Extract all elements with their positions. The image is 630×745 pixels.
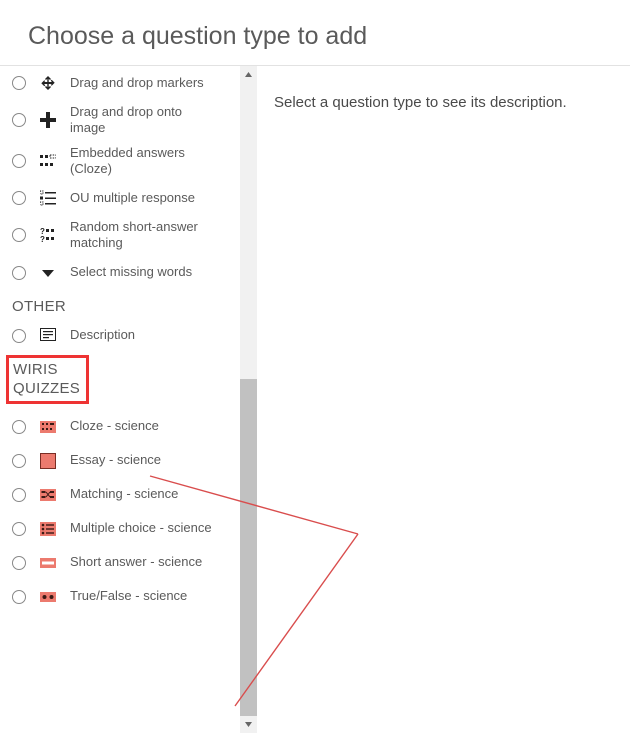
qtype-label: Drag and drop markers (70, 75, 204, 91)
qtype-w-essay[interactable]: Essay - science (0, 444, 240, 478)
qtype-dd-image[interactable]: Drag and drop onto image (0, 100, 240, 141)
cloze-icon (40, 153, 56, 169)
svg-text:?: ? (40, 235, 45, 243)
wiris-line1: WIRIS (13, 360, 80, 380)
qtype-label: Multiple choice - science (70, 520, 212, 536)
dialog-title: Choose a question type to add (0, 0, 630, 65)
qtype-w-mc[interactable]: Multiple choice - science (0, 512, 240, 546)
scroll-track[interactable] (240, 83, 257, 716)
qtype-cloze[interactable]: Embedded answers (Cloze) (0, 141, 240, 182)
qtype-w-tf[interactable]: True/False - science (0, 580, 240, 614)
dd-markers-icon (40, 75, 56, 91)
qtype-random-sa[interactable]: ?? Random short-answer matching (0, 215, 240, 256)
scroll-thumb[interactable] (240, 379, 257, 719)
radio-icon[interactable] (12, 454, 26, 468)
qtype-label: True/False - science (70, 588, 187, 604)
qtype-label: OU multiple response (70, 190, 195, 206)
radio-icon[interactable] (12, 266, 26, 280)
wiris-line2: QUIZZES (13, 379, 80, 399)
qtype-w-matching[interactable]: Matching - science (0, 478, 240, 512)
radio-icon[interactable] (12, 76, 26, 90)
qtype-w-sa[interactable]: Short answer - science (0, 546, 240, 580)
radio-icon[interactable] (12, 420, 26, 434)
scroll-up-button[interactable] (240, 66, 257, 83)
w-tf-icon (40, 589, 56, 605)
missing-words-icon (40, 265, 56, 281)
question-type-list: Drag and drop markers Drag and drop onto… (0, 66, 240, 733)
radio-icon[interactable] (12, 590, 26, 604)
qtype-label: Random short-answer matching (70, 219, 220, 252)
qtype-missing-words[interactable]: Select missing words (0, 256, 240, 290)
qtype-label: Embedded answers (Cloze) (70, 145, 220, 178)
qtype-description[interactable]: Description (0, 319, 240, 353)
description-panel: Select a question type to see its descri… (240, 66, 630, 733)
scroll-down-button[interactable] (240, 716, 257, 733)
section-wiris-heading: WIRIS QUIZZES (0, 353, 240, 410)
radio-icon[interactable] (12, 329, 26, 343)
radio-icon[interactable] (12, 154, 26, 168)
wiris-highlight-box: WIRIS QUIZZES (6, 355, 89, 404)
w-mc-icon (40, 521, 56, 537)
qtype-label: Select missing words (70, 264, 192, 280)
dd-image-icon (40, 112, 56, 128)
qtype-label: Short answer - science (70, 554, 202, 570)
radio-icon[interactable] (12, 191, 26, 205)
qtype-label: Description (70, 327, 135, 343)
qtype-label: Cloze - science (70, 418, 159, 434)
section-other-heading: OTHER (0, 290, 240, 319)
ou-mr-icon (40, 190, 56, 206)
w-cloze-icon (40, 419, 56, 435)
qtype-dd-markers[interactable]: Drag and drop markers (0, 66, 240, 100)
radio-icon[interactable] (12, 488, 26, 502)
radio-icon[interactable] (12, 556, 26, 570)
radio-icon[interactable] (12, 113, 26, 127)
w-matching-icon (40, 487, 56, 503)
qtype-ou-mr[interactable]: OU multiple response (0, 181, 240, 215)
w-essay-icon (40, 453, 56, 469)
qtype-label: Matching - science (70, 486, 178, 502)
qtype-w-cloze[interactable]: Cloze - science (0, 410, 240, 444)
qtype-label: Essay - science (70, 452, 161, 468)
w-sa-icon (40, 555, 56, 571)
radio-icon[interactable] (12, 228, 26, 242)
description-icon (40, 328, 56, 344)
qtype-label: Drag and drop onto image (70, 104, 220, 137)
radio-icon[interactable] (12, 522, 26, 536)
vertical-scrollbar[interactable] (240, 66, 257, 733)
random-sa-icon: ?? (40, 227, 56, 243)
description-placeholder: Select a question type to see its descri… (274, 94, 567, 111)
